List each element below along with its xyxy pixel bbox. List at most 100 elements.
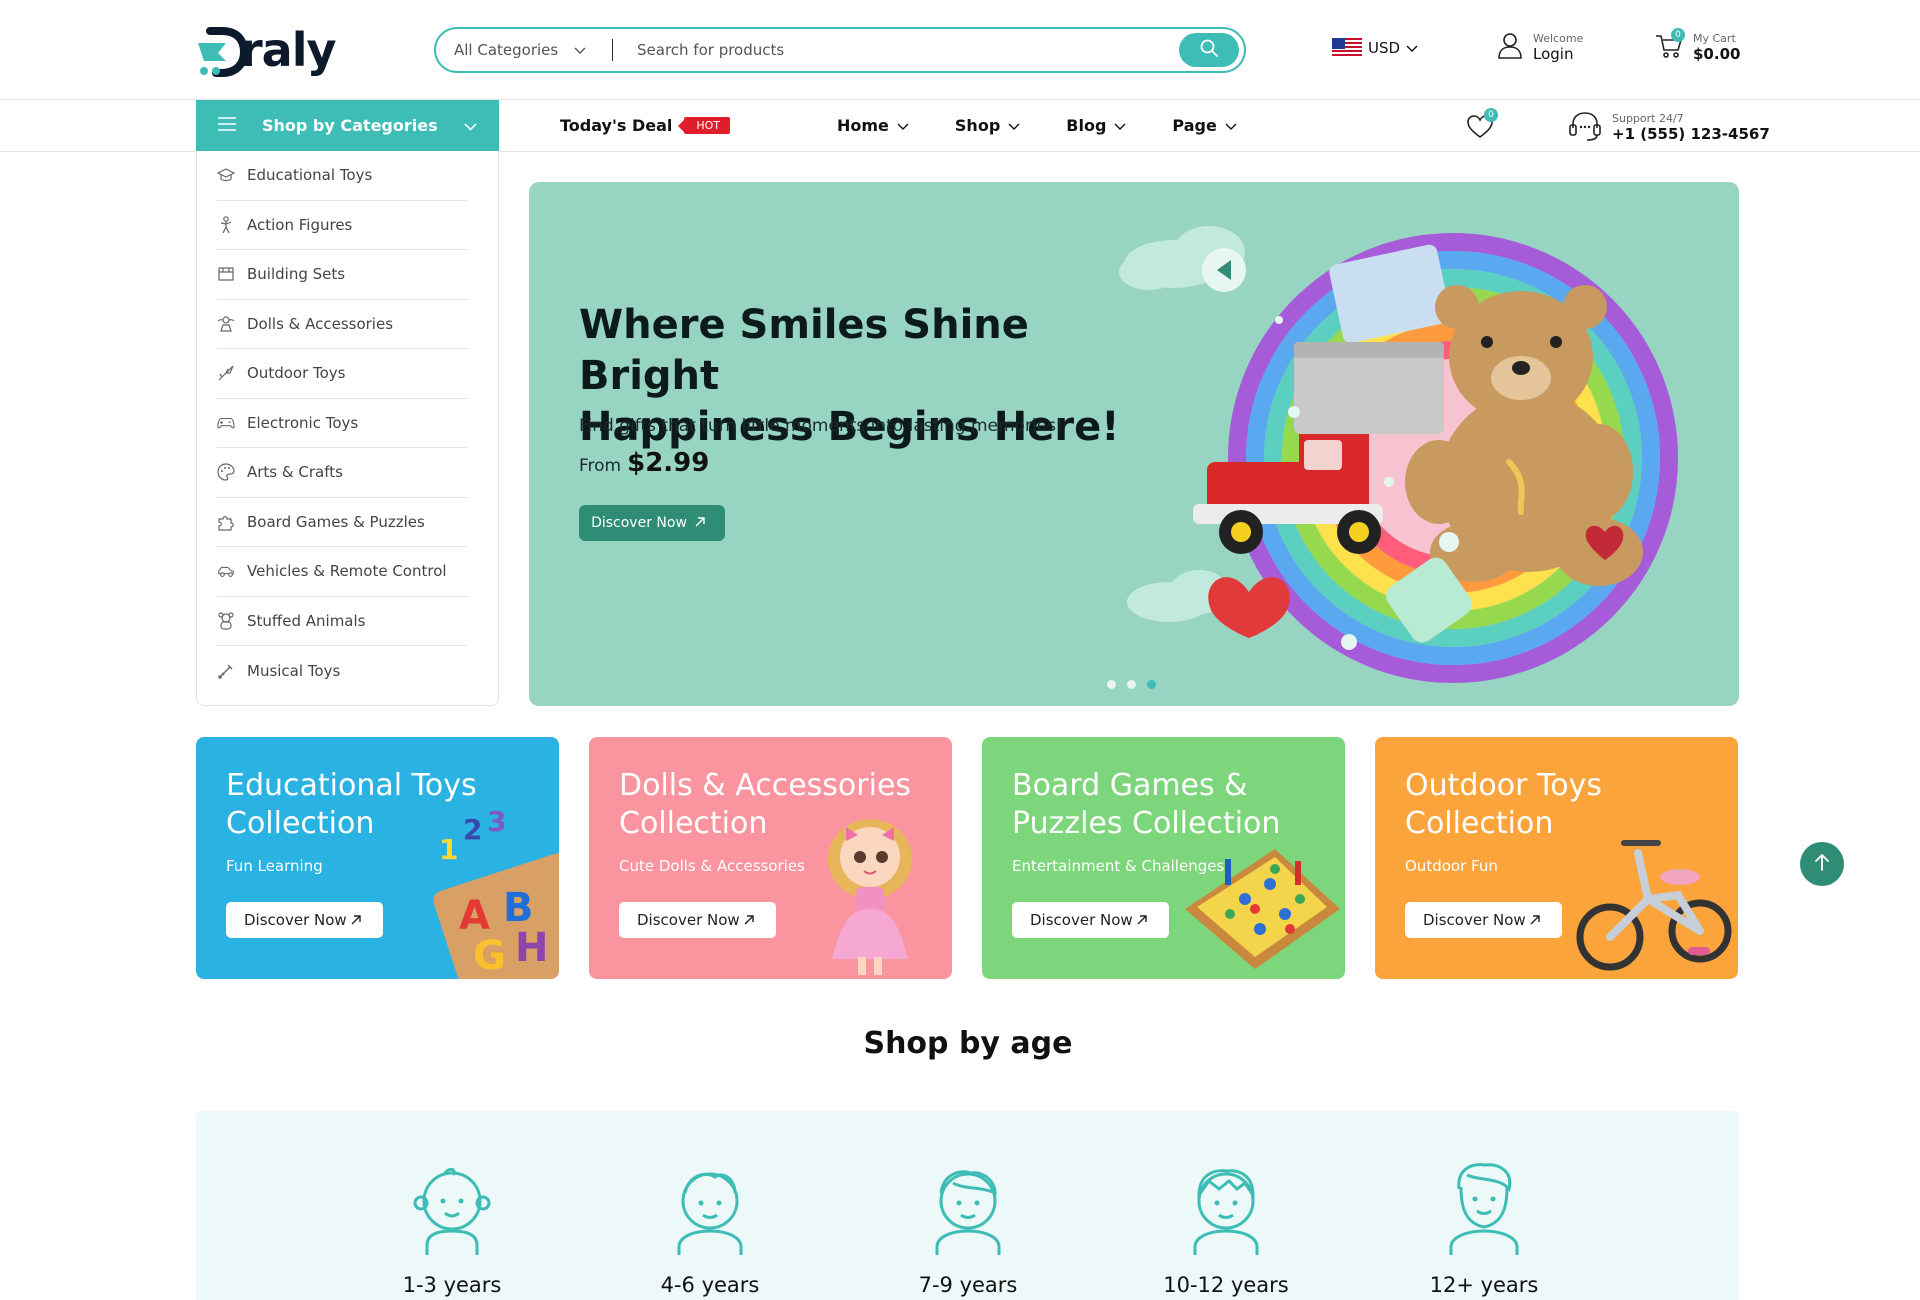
- kid-face-icon: [935, 1170, 1001, 1255]
- nav-shop[interactable]: Shop: [955, 116, 1020, 135]
- sidebar-item-label: Dolls & Accessories: [247, 314, 394, 333]
- slider-dot-2[interactable]: [1127, 680, 1136, 689]
- sidebar-item-musical-toys[interactable]: Musical Toys: [217, 646, 468, 696]
- hero-headline-line-1: Where Smiles Shine Bright: [579, 302, 1029, 399]
- arrow-up-right-icon: [351, 911, 361, 929]
- support-label: Support 24/7: [1612, 112, 1684, 126]
- cart-icon: 0: [1655, 28, 1685, 64]
- promo-discover-button[interactable]: Discover Now: [619, 902, 776, 938]
- search-category-select[interactable]: All Categories: [436, 41, 612, 59]
- hamburger-menu-icon: [218, 116, 236, 135]
- cart-label: My Cart: [1693, 32, 1736, 46]
- sidebar-item-label: Outdoor Toys: [247, 364, 346, 383]
- age-group-4-6[interactable]: 4-6 years: [625, 1157, 795, 1297]
- alphabet-puzzle-image: A B G H 1 2 3: [419, 805, 559, 979]
- sidebar-item-action-figures[interactable]: Action Figures: [217, 201, 468, 250]
- chevron-down-icon: [897, 116, 909, 135]
- board-game-image: [1175, 819, 1345, 979]
- sidebar-item-label: Stuffed Animals: [247, 611, 366, 630]
- sidebar-item-outdoor-toys[interactable]: Outdoor Toys: [217, 349, 468, 399]
- nav-page[interactable]: Page: [1172, 116, 1237, 135]
- sidebar-item-stuffed-animals[interactable]: Stuffed Animals: [217, 597, 468, 646]
- login-link[interactable]: Welcome Login: [1497, 32, 1583, 64]
- login-label: Login: [1533, 44, 1574, 63]
- promo-tagline: Outdoor Fun: [1405, 857, 1498, 875]
- hero-price: From $2.99: [579, 448, 709, 478]
- outdoor-icon: [217, 364, 235, 382]
- main-navbar: Shop by Categories Today's Deal HOT Home…: [0, 100, 1920, 152]
- search-category-label: All Categories: [454, 41, 559, 59]
- nav-home[interactable]: Home: [837, 116, 909, 135]
- shop-by-age-panel: 1-3 years 4-6 years 7-9 years 10-12 year…: [196, 1111, 1739, 1300]
- support-contact[interactable]: Support 24/7 +1 (555) 123-4567: [1568, 109, 1770, 147]
- nav-links: Home Shop Blog Page: [837, 116, 1283, 135]
- sidebar-item-vehicles-remote-control[interactable]: Vehicles & Remote Control: [217, 547, 468, 597]
- action-figure-icon: [217, 215, 235, 234]
- promo-card-outdoor[interactable]: Outdoor Toys Collection Outdoor Fun Disc…: [1375, 737, 1738, 979]
- sidebar-item-educational-toys[interactable]: Educational Toys: [217, 151, 468, 201]
- teen-face-icon: [1449, 1163, 1519, 1255]
- promo-card-educational[interactable]: Educational Toys Collection Fun Learning…: [196, 737, 559, 979]
- sidebar-item-label: Board Games & Puzzles: [247, 512, 425, 531]
- age-group-7-9[interactable]: 7-9 years: [883, 1157, 1053, 1297]
- welcome-label: Welcome: [1533, 32, 1584, 46]
- sidebar-item-label: Educational Toys: [247, 166, 373, 185]
- shop-by-categories-button[interactable]: Shop by Categories: [196, 100, 499, 151]
- chevron-down-icon: [1114, 116, 1126, 135]
- slider-dot-1[interactable]: [1107, 680, 1116, 689]
- promo-tagline: Fun Learning: [226, 857, 323, 875]
- hero-discover-label: Discover Now: [591, 515, 687, 531]
- svg-text:G: G: [473, 933, 506, 979]
- svg-text:1: 1: [439, 833, 458, 866]
- sidebar-item-board-games-puzzles[interactable]: Board Games & Puzzles: [217, 498, 468, 547]
- doll-image: [802, 809, 952, 979]
- promo-card-dolls[interactable]: Dolls & Accessories Collection Cute Doll…: [589, 737, 952, 979]
- arrow-up-right-icon: [1137, 911, 1147, 929]
- svg-text:2: 2: [463, 813, 482, 846]
- palette-icon: [217, 463, 235, 481]
- promo-discover-label: Discover Now: [244, 911, 347, 929]
- promo-discover-button[interactable]: Discover Now: [1405, 902, 1562, 938]
- hero-discover-button[interactable]: Discover Now: [579, 505, 725, 541]
- todays-deal-link[interactable]: Today's Deal HOT: [560, 116, 731, 135]
- puzzle-icon: [217, 513, 235, 531]
- sidebar-item-building-sets[interactable]: Building Sets: [217, 250, 468, 300]
- building-blocks-icon: [217, 265, 235, 283]
- wishlist-button[interactable]: 0: [1466, 108, 1498, 140]
- slider-dot-3[interactable]: [1147, 680, 1156, 689]
- promo-discover-button[interactable]: Discover Now: [1012, 902, 1169, 938]
- cart-total: $0.00: [1693, 44, 1741, 63]
- sidebar-item-label: Arts & Crafts: [247, 463, 343, 482]
- search-input[interactable]: [613, 41, 1179, 59]
- us-flag-icon: [1332, 38, 1362, 58]
- cart-count-badge: 0: [1671, 28, 1685, 42]
- chevron-down-icon: [1225, 116, 1237, 135]
- back-to-top-button[interactable]: [1800, 842, 1844, 886]
- svg-text:3: 3: [487, 809, 506, 838]
- chevron-down-icon: [1406, 39, 1418, 57]
- hero-slider-dots: [1107, 680, 1167, 689]
- nav-blog[interactable]: Blog: [1066, 116, 1126, 135]
- age-group-12-plus[interactable]: 12+ years: [1399, 1157, 1569, 1297]
- promo-card-board-games[interactable]: Board Games & Puzzles Collection Enterta…: [982, 737, 1345, 979]
- currency-selector[interactable]: USD: [1332, 38, 1418, 58]
- headset-icon: [1568, 109, 1602, 147]
- shop-by-categories-label: Shop by Categories: [262, 116, 438, 135]
- sidebar-item-dolls-accessories[interactable]: Dolls & Accessories: [217, 300, 468, 349]
- age-group-label: 1-3 years: [402, 1273, 502, 1297]
- hero-subtitle: Find gifts that turn little moments into…: [579, 416, 1063, 436]
- todays-deal-label: Today's Deal: [560, 116, 673, 135]
- currency-code: USD: [1368, 39, 1401, 57]
- promo-discover-button[interactable]: Discover Now: [226, 902, 383, 938]
- promo-discover-label: Discover Now: [1030, 911, 1133, 929]
- age-group-10-12[interactable]: 10-12 years: [1141, 1157, 1311, 1297]
- sidebar-item-electronic-toys[interactable]: Electronic Toys: [217, 399, 468, 448]
- logo[interactable]: raly: [196, 22, 336, 78]
- category-sidebar: Educational Toys Action Figures Building…: [196, 151, 499, 706]
- age-group-1-3[interactable]: 1-3 years: [367, 1157, 537, 1297]
- nav-page-label: Page: [1172, 116, 1217, 135]
- music-icon: [217, 662, 235, 680]
- search-button[interactable]: [1179, 33, 1239, 67]
- cart-link[interactable]: 0 My Cart $0.00: [1655, 28, 1741, 64]
- sidebar-item-arts-crafts[interactable]: Arts & Crafts: [217, 448, 468, 498]
